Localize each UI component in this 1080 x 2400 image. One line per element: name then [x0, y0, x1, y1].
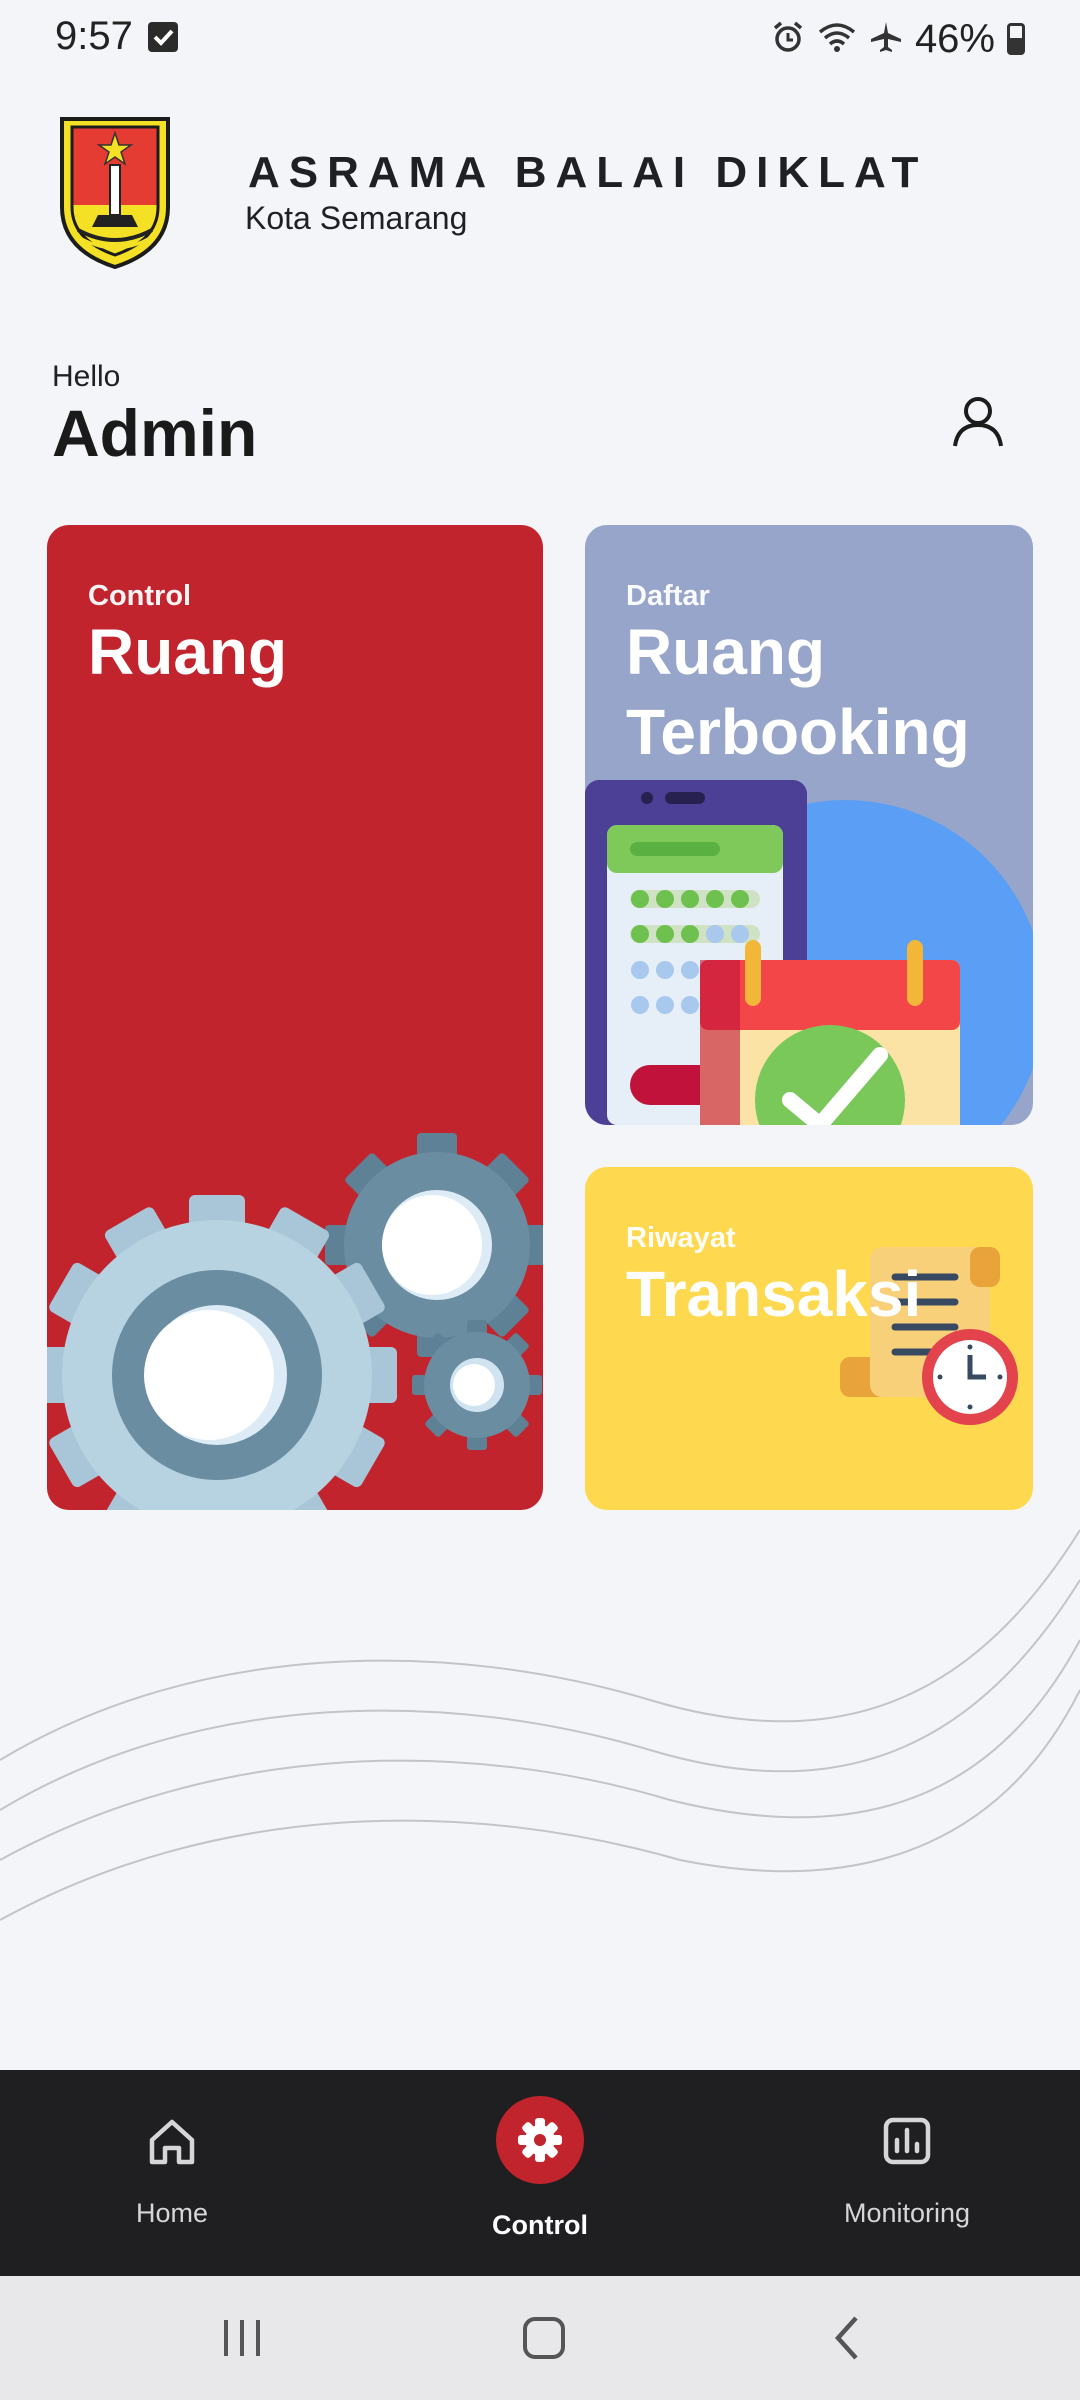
decorative-wave-lines	[0, 1529, 1080, 1921]
gear-icon	[518, 2118, 562, 2162]
nav-label: Monitoring	[843, 2198, 971, 2228]
gears-illustration	[47, 1133, 543, 1510]
recent-apps-icon[interactable]	[212, 2308, 272, 2368]
greeting-name: Admin	[52, 396, 258, 470]
home-circle-icon[interactable]	[514, 2308, 574, 2368]
card-small-label: Daftar	[626, 580, 710, 612]
nav-label: Control	[492, 2210, 588, 2240]
checkbox-notification-icon	[148, 22, 178, 52]
card-small-label: Control	[88, 580, 192, 612]
brand-title: ASRAMA BALAI DIKLAT	[248, 148, 928, 197]
profile-button[interactable]	[950, 393, 1006, 449]
city-emblem-logo	[58, 115, 172, 270]
status-bar: 9:57 46%	[0, 0, 1080, 80]
user-icon	[953, 397, 1003, 447]
home-icon	[149, 2119, 195, 2165]
control-ruang-card[interactable]: Control Ruang	[47, 525, 543, 1510]
alarm-icon	[771, 20, 805, 59]
wifi-icon	[817, 20, 857, 59]
nav-label: Home	[135, 2198, 209, 2228]
card-title: Ruang	[88, 616, 288, 688]
battery-percent: 46%	[914, 16, 995, 61]
nav-home[interactable]: Home	[62, 2070, 282, 2276]
battery-icon	[1007, 23, 1025, 55]
card-small-label: Riwayat	[626, 1222, 736, 1254]
chart-icon	[883, 2117, 931, 2165]
bottom-navigation: Home Control Monitoring	[0, 2070, 1080, 2276]
calendar-booking-illustration	[585, 780, 1033, 1125]
nav-control[interactable]: Control	[430, 2070, 650, 2276]
greeting-hello: Hello	[52, 360, 121, 393]
daftar-ruang-terbooking-card[interactable]: Daftar Ruang Terbooking	[585, 525, 1033, 1125]
riwayat-transaksi-card[interactable]: Riwayat Transaksi	[585, 1167, 1033, 1510]
airplane-icon	[869, 20, 903, 59]
nav-monitoring[interactable]: Monitoring	[797, 2070, 1017, 2276]
card-title: Ruang Terbooking	[626, 616, 970, 768]
brand-subtitle: Kota Semarang	[245, 200, 468, 236]
system-navigation-bar	[0, 2276, 1080, 2400]
status-time: 9:57	[55, 14, 133, 58]
card-title: Transaksi	[626, 1258, 922, 1330]
back-icon[interactable]	[818, 2308, 878, 2368]
